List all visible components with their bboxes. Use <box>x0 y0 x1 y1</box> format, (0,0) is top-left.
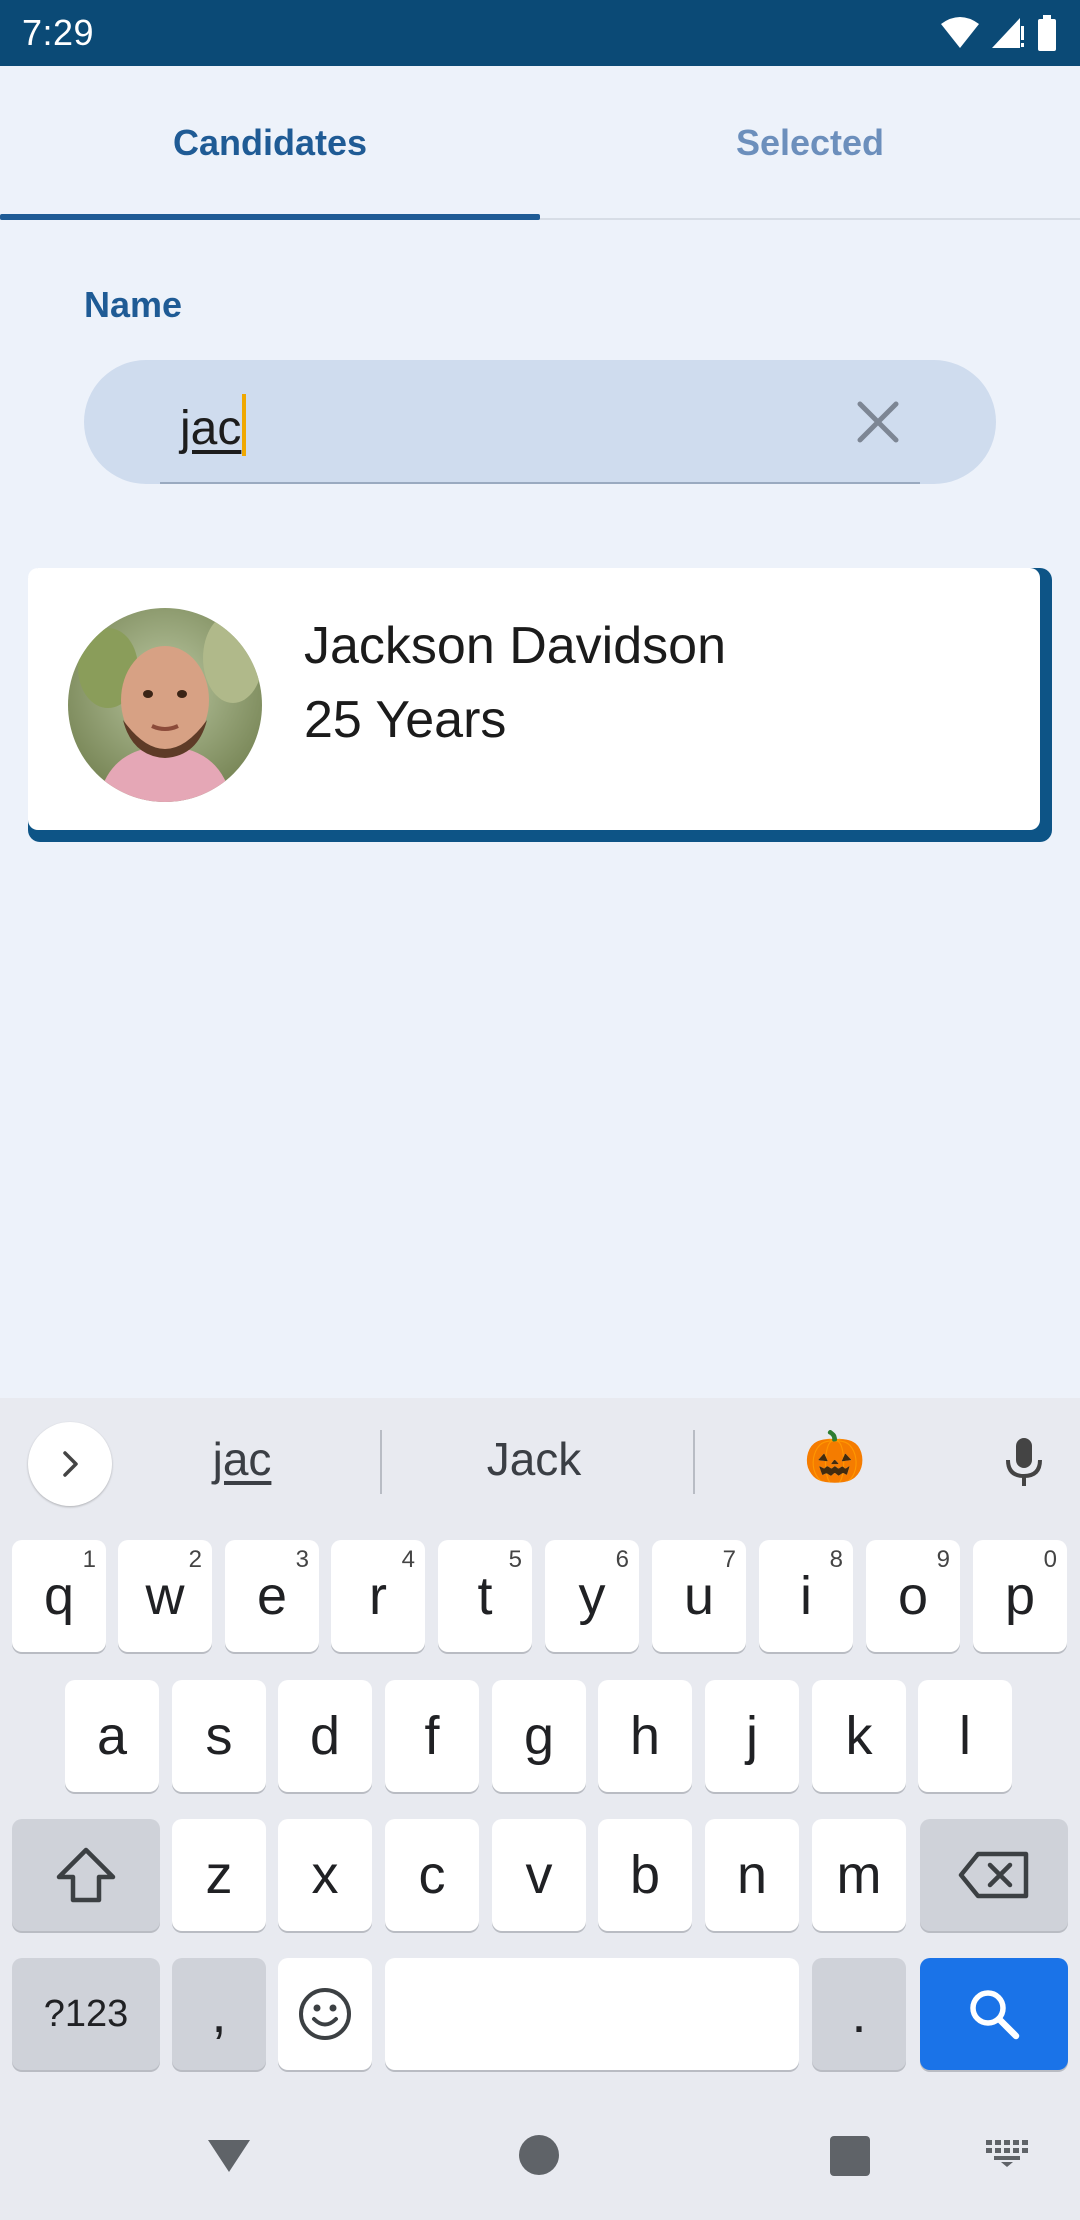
comma-key[interactable]: , <box>172 1958 266 2070</box>
key-w[interactable]: w2 <box>118 1540 212 1652</box>
battery-icon <box>1038 15 1056 51</box>
key-u-hint: 7 <box>722 1546 736 1573</box>
shift-icon <box>56 1847 116 1903</box>
candidate-card[interactable]: Jackson Davidson 25 Years <box>28 568 1040 830</box>
chevron-right-icon <box>63 1451 78 1477</box>
name-input-wrapper: jac <box>180 394 247 456</box>
key-e-hint: 3 <box>295 1546 309 1573</box>
space-key[interactable] <box>385 1958 799 2070</box>
close-icon[interactable] <box>852 396 904 448</box>
name-label: Name <box>84 284 183 325</box>
key-q-hint: 1 <box>82 1546 96 1573</box>
symbols-key[interactable]: ?123 <box>12 1958 160 2070</box>
period-key[interactable]: . <box>812 1958 906 2070</box>
key-i-label: i <box>800 1566 812 1626</box>
candidate-name: Jackson Davidson <box>304 617 726 675</box>
expand-toolbar-button[interactable] <box>28 1422 112 1506</box>
input-underline <box>160 482 920 484</box>
key-p-hint: 0 <box>1043 1546 1057 1573</box>
tab-indicator <box>0 214 540 220</box>
key-g[interactable]: g <box>492 1680 586 1792</box>
cell-signal-icon <box>992 18 1024 48</box>
key-o[interactable]: o9 <box>866 1540 960 1652</box>
keyboard-switch-icon[interactable] <box>984 2138 1030 2168</box>
key-f[interactable]: f <box>385 1680 479 1792</box>
key-r-hint: 4 <box>401 1546 415 1573</box>
suggestion-3[interactable]: 🎃 <box>715 1428 955 1487</box>
text-cursor <box>242 394 247 456</box>
key-k[interactable]: k <box>812 1680 906 1792</box>
key-r[interactable]: r4 <box>331 1540 425 1652</box>
key-h[interactable]: h <box>598 1680 692 1792</box>
emoji-key[interactable] <box>278 1958 372 2070</box>
key-r-label: r <box>369 1566 387 1626</box>
key-o-hint: 9 <box>936 1546 950 1573</box>
key-b[interactable]: b <box>598 1819 692 1931</box>
key-e-label: e <box>256 1566 288 1626</box>
key-t[interactable]: t5 <box>438 1540 532 1652</box>
key-v[interactable]: v <box>492 1819 586 1931</box>
key-z[interactable]: z <box>172 1819 266 1931</box>
system-nav-bar <box>0 2100 1080 2220</box>
backspace-icon <box>958 1851 1029 1899</box>
mic-icon[interactable] <box>996 1434 1052 1490</box>
suggestion-2[interactable]: Jack <box>414 1432 654 1486</box>
search-icon <box>970 1990 1020 2040</box>
suggestion-divider <box>693 1430 695 1494</box>
key-y-hint: 6 <box>615 1546 629 1573</box>
recents-icon[interactable] <box>828 2130 872 2180</box>
tab-selected[interactable]: Selected <box>540 66 1080 220</box>
name-input[interactable]: jac <box>84 360 996 484</box>
key-a[interactable]: a <box>65 1680 159 1792</box>
name-input-value: jac <box>180 402 242 455</box>
suggestion-divider <box>380 1430 382 1494</box>
key-s[interactable]: s <box>172 1680 266 1792</box>
avatar <box>68 608 262 802</box>
key-u-label: u <box>683 1566 715 1626</box>
key-i-hint: 8 <box>829 1546 843 1573</box>
home-icon[interactable] <box>516 2130 562 2180</box>
key-o-label: o <box>897 1566 929 1626</box>
key-q[interactable]: q1 <box>12 1540 106 1652</box>
key-t-hint: 5 <box>508 1546 522 1573</box>
key-t-label: t <box>477 1566 493 1626</box>
wifi-icon <box>941 17 979 48</box>
key-u[interactable]: u7 <box>652 1540 746 1652</box>
key-q-label: q <box>43 1566 75 1626</box>
key-i[interactable]: i8 <box>759 1540 853 1652</box>
status-bar: 7:29 <box>0 0 1080 66</box>
key-e[interactable]: e3 <box>225 1540 319 1652</box>
suggestion-strip: jac Jack 🎃 <box>0 1398 1080 1526</box>
key-m[interactable]: m <box>812 1819 906 1931</box>
tab-bar: Candidates Selected <box>0 66 1080 220</box>
key-c[interactable]: c <box>385 1819 479 1931</box>
backspace-key[interactable] <box>920 1819 1068 1931</box>
search-key[interactable] <box>920 1958 1068 2070</box>
key-y[interactable]: y6 <box>545 1540 639 1652</box>
key-w-label: w <box>145 1566 185 1626</box>
soft-keyboard: jac Jack 🎃 q1 w2 e3 r4 t5 y6 u7 i8 o9 p0… <box>0 1398 1080 2220</box>
back-icon[interactable] <box>204 2130 254 2180</box>
key-j[interactable]: j <box>705 1680 799 1792</box>
key-n[interactable]: n <box>705 1819 799 1931</box>
key-w-hint: 2 <box>188 1546 202 1573</box>
emoji-icon <box>299 1988 351 2040</box>
key-p-label: p <box>1004 1566 1036 1626</box>
key-l[interactable]: l <box>918 1680 1012 1792</box>
status-time: 7:29 <box>22 12 95 53</box>
key-d[interactable]: d <box>278 1680 372 1792</box>
key-x[interactable]: x <box>278 1819 372 1931</box>
tab-candidates[interactable]: Candidates <box>0 66 540 220</box>
shift-key[interactable] <box>12 1819 160 1931</box>
candidate-age: 25 Years <box>304 691 507 749</box>
status-icons <box>940 14 1058 52</box>
key-y-label: y <box>578 1566 606 1626</box>
suggestion-1[interactable]: jac <box>122 1432 362 1486</box>
key-p[interactable]: p0 <box>973 1540 1067 1652</box>
